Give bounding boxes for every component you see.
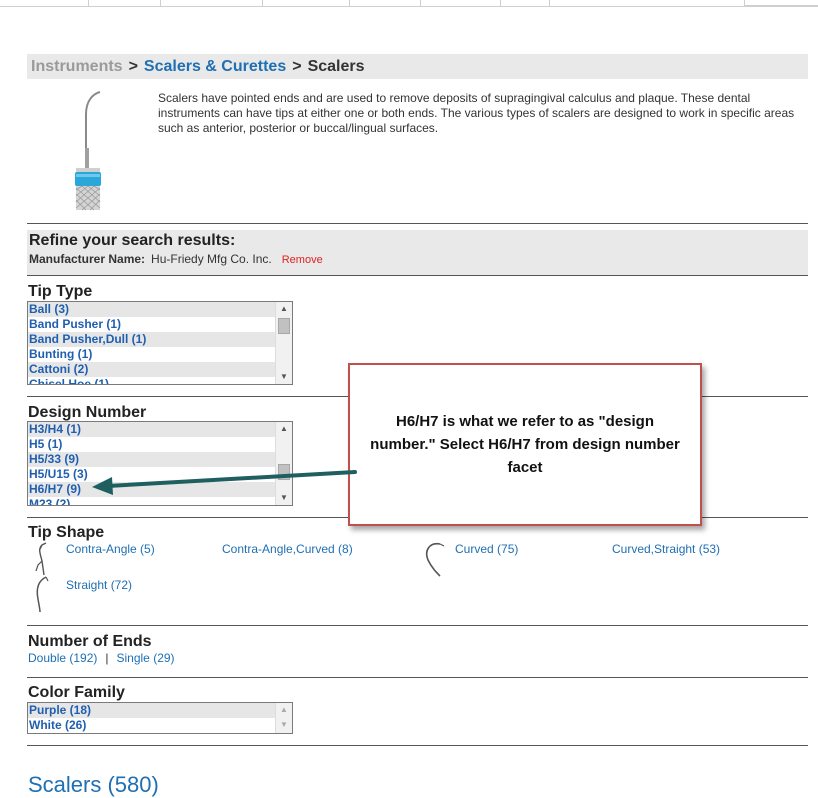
tip-shape-curved-link[interactable]: Curved (75)	[455, 542, 518, 557]
color-family-title: Color Family	[28, 684, 125, 701]
color-family-listbox[interactable]: Purple (18) White (26) ▲ ▼	[27, 702, 293, 734]
design-number-option[interactable]: H5/U15 (3)	[28, 467, 275, 482]
straight-shape-icon	[36, 576, 49, 613]
tip-shape-contra-angle-link[interactable]: Contra-Angle (5)	[66, 542, 155, 557]
design-number-listbox[interactable]: H3/H4 (1) H5 (1) H5/33 (9) H5/U15 (3) H6…	[27, 421, 293, 506]
remove-filter-link[interactable]: Remove	[282, 254, 323, 266]
breadcrumb-separator: >	[128, 58, 138, 75]
tip-shape-straight-link[interactable]: Straight (72)	[66, 578, 132, 593]
design-number-option[interactable]: M23 (2)	[28, 497, 275, 505]
category-description: Scalers have pointed ends and are used t…	[158, 91, 795, 135]
results-title: Scalers (580)	[28, 772, 159, 797]
top-nav-search-box[interactable]	[744, 0, 818, 6]
tip-type-option[interactable]: Chisel Hoe (1)	[28, 377, 275, 384]
divider	[27, 745, 808, 746]
scrollbar-thumb[interactable]	[278, 464, 290, 480]
top-nav-divider	[349, 0, 350, 6]
contra-angle-shape-icon	[35, 542, 47, 576]
breadcrumb-scalers-curettes[interactable]: Scalers & Curettes	[144, 58, 286, 75]
scroll-down-icon[interactable]: ▼	[276, 370, 292, 384]
color-family-option[interactable]: Purple (18)	[28, 703, 275, 718]
tip-shape-contra-angle-curved-link[interactable]: Contra-Angle,Curved (8)	[222, 542, 353, 557]
top-nav-strip	[0, 0, 818, 7]
scrollbar-thumb[interactable]	[278, 318, 290, 334]
top-nav-divider	[500, 0, 501, 6]
design-number-title: Design Number	[28, 404, 147, 421]
scroll-down-icon[interactable]: ▼	[276, 491, 292, 505]
top-nav-divider	[549, 0, 550, 6]
refine-title: Refine your search results:	[29, 232, 236, 249]
design-number-option-h6-h7[interactable]: H6/H7 (9)	[28, 482, 275, 497]
design-number-option[interactable]: H5/33 (9)	[28, 452, 275, 467]
scroll-up-icon[interactable]: ▲	[276, 703, 292, 718]
manufacturer-label: Manufacturer Name:	[29, 252, 146, 266]
divider	[27, 625, 808, 626]
breadcrumb: Instruments > Scalers & Curettes > Scalers	[27, 54, 808, 79]
divider	[27, 275, 808, 276]
manufacturer-value: Hu-Friedy Mfg Co. Inc.	[151, 252, 272, 266]
top-nav-divider	[262, 0, 263, 6]
color-family-option[interactable]: White (26)	[28, 718, 275, 733]
color-family-scrollbar[interactable]: ▲ ▼	[275, 703, 292, 733]
tip-type-option[interactable]: Cattoni (2)	[28, 362, 275, 377]
refine-filter-row: Manufacturer Name: Hu-Friedy Mfg Co. Inc.…	[29, 251, 806, 268]
ends-double-link[interactable]: Double (192)	[28, 651, 97, 665]
number-of-ends-options: Double (192) | Single (29)	[28, 651, 175, 666]
divider	[27, 223, 808, 224]
design-number-option[interactable]: H5 (1)	[28, 437, 275, 452]
tip-shape-curved-straight-link[interactable]: Curved,Straight (53)	[612, 542, 720, 557]
top-nav-divider	[88, 0, 89, 6]
refine-panel: Refine your search results: Manufacturer…	[27, 230, 808, 275]
tip-type-title: Tip Type	[28, 283, 93, 300]
ends-single-link[interactable]: Single (29)	[117, 651, 175, 665]
annotation-text: H6/H7 is what we refer to as "design num…	[370, 413, 680, 476]
tip-type-option[interactable]: Ball (3)	[28, 302, 275, 317]
scroll-up-icon[interactable]: ▲	[276, 302, 292, 316]
top-nav-divider	[160, 0, 161, 6]
breadcrumb-instruments[interactable]: Instruments	[31, 58, 123, 75]
tip-type-option[interactable]: Band Pusher (1)	[28, 317, 275, 332]
scroll-up-icon[interactable]: ▲	[276, 422, 292, 436]
tip-type-option[interactable]: Bunting (1)	[28, 347, 275, 362]
breadcrumb-current: Scalers	[307, 58, 365, 75]
divider	[27, 677, 808, 678]
number-of-ends-title: Number of Ends	[28, 633, 152, 650]
annotation-callout: H6/H7 is what we refer to as "design num…	[348, 363, 702, 526]
tip-type-scrollbar[interactable]: ▲ ▼	[275, 302, 292, 384]
tip-type-option[interactable]: Band Pusher,Dull (1)	[28, 332, 275, 347]
curved-shape-icon	[425, 542, 445, 577]
breadcrumb-separator: >	[292, 58, 302, 75]
design-number-scrollbar[interactable]: ▲ ▼	[275, 422, 292, 505]
tip-type-listbox[interactable]: Ball (3) Band Pusher (1) Band Pusher,Dul…	[27, 301, 293, 385]
scroll-down-icon[interactable]: ▼	[276, 718, 292, 733]
tip-shape-title: Tip Shape	[28, 524, 105, 541]
scaler-instrument-image	[75, 91, 101, 211]
top-nav-divider	[420, 0, 421, 6]
design-number-option[interactable]: H3/H4 (1)	[28, 422, 275, 437]
ends-separator: |	[105, 651, 109, 665]
